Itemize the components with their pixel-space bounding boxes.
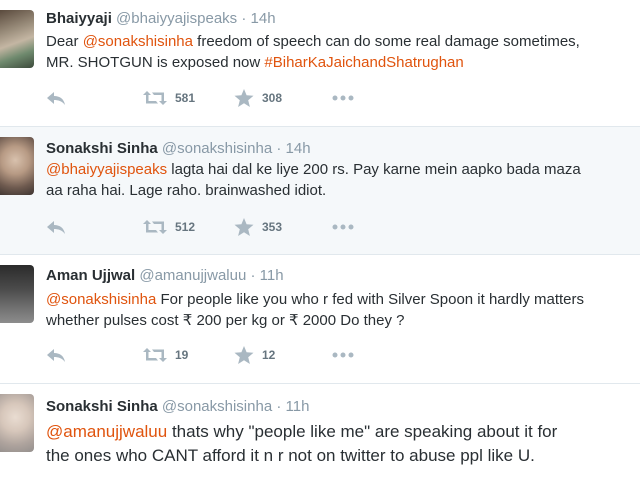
tweet-header: Aman Ujjwal @amanujjwaluu · 11h: [46, 267, 284, 284]
retweet-button[interactable]: 19: [143, 345, 188, 365]
avatar[interactable]: [0, 10, 34, 68]
text-segment: lagta hai dal ke liye 200 rs. Pay karne …: [167, 161, 581, 178]
avatar[interactable]: [0, 265, 34, 323]
tweet-text: @amanujjwaluu thats why "people like me"…: [46, 420, 640, 468]
star-icon: [234, 217, 254, 236]
tweet-text: @sonakshisinha For people like you who r…: [46, 289, 640, 331]
user-handle[interactable]: @sonakshisinha: [162, 140, 272, 157]
retweet-icon: [143, 220, 167, 234]
mention-link[interactable]: @sonakshisinha: [83, 33, 193, 50]
hashtag-link[interactable]: #BiharKaJaichandShatrughan: [264, 54, 463, 71]
tweet-header: Bhaiyyaji @bhaiyyajispeaks · 14h: [46, 10, 276, 27]
avatar[interactable]: [0, 394, 34, 452]
text-segment: Dear: [46, 33, 83, 50]
reply-button[interactable]: [46, 217, 66, 237]
user-name[interactable]: Sonakshi Sinha: [46, 398, 158, 415]
more-button[interactable]: [332, 345, 354, 365]
star-icon: [234, 345, 254, 364]
tweet-header: Sonakshi Sinha @sonakshisinha · 14h: [46, 140, 311, 157]
text-segment: freedom of speech can do some real damag…: [192, 33, 580, 50]
user-handle[interactable]: @bhaiyyajispeaks: [116, 10, 237, 27]
text-segment: the ones who CANT afford it n r not on t…: [46, 446, 535, 465]
timestamp[interactable]: 11h: [260, 267, 284, 284]
retweet-icon: [143, 348, 167, 362]
retweet-button[interactable]: 512: [143, 217, 195, 237]
star-icon: [234, 88, 254, 107]
retweet-count: 19: [175, 348, 189, 362]
user-handle[interactable]: @amanujjwaluu: [139, 267, 246, 284]
text-segment: thats why "people like me" are speaking …: [167, 422, 558, 441]
more-icon: [332, 95, 354, 101]
favorite-button[interactable]: 353: [234, 217, 282, 237]
more-button[interactable]: [332, 217, 354, 237]
user-name[interactable]: Bhaiyyaji: [46, 10, 112, 27]
separator-dot: ·: [276, 140, 282, 157]
favorite-count: 353: [262, 220, 283, 234]
more-icon: [332, 224, 354, 230]
tweet[interactable]: Sonakshi Sinha @sonakshisinha · 11h @ama…: [0, 384, 640, 480]
reply-icon: [47, 349, 65, 362]
reply-button[interactable]: [46, 345, 66, 365]
retweet-count: 512: [175, 220, 196, 234]
tweet[interactable]: Aman Ujjwal @amanujjwaluu · 11h @sonaksh…: [0, 255, 640, 384]
user-handle[interactable]: @sonakshisinha: [162, 398, 272, 415]
retweet-icon: [143, 91, 167, 105]
separator-dot: ·: [241, 10, 247, 27]
mention-link[interactable]: @sonakshisinha: [46, 291, 156, 308]
favorite-count: 12: [262, 348, 276, 362]
user-name[interactable]: Sonakshi Sinha: [46, 140, 158, 157]
tweet-text: @bhaiyyajispeaks lagta hai dal ke liye 2…: [46, 159, 640, 201]
separator-dot: ·: [250, 267, 256, 284]
timestamp[interactable]: 14h: [251, 10, 276, 27]
text-segment: aa raha hai. Lage raho. brainwashed idio…: [46, 182, 327, 199]
timestamp[interactable]: 11h: [286, 398, 310, 415]
tweet-actions: 512 353: [46, 217, 606, 237]
favorite-button[interactable]: 12: [234, 345, 275, 365]
retweet-count: 581: [175, 91, 196, 105]
text-segment: MR. SHOTGUN is exposed now: [46, 54, 265, 71]
avatar[interactable]: [0, 137, 34, 195]
tweet[interactable]: Bhaiyyaji @bhaiyyajispeaks · 14h Dear @s…: [0, 0, 640, 127]
tweet-actions: 19 12: [46, 345, 606, 365]
more-icon: [332, 352, 354, 358]
separator-dot: ·: [276, 398, 282, 415]
tweet-timeline: Bhaiyyaji @bhaiyyajispeaks · 14h Dear @s…: [0, 0, 640, 480]
reply-icon: [47, 92, 65, 105]
favorite-count: 308: [262, 91, 283, 105]
text-segment: whether pulses cost ₹ 200 per kg or ₹ 20…: [46, 312, 405, 329]
tweet-header: Sonakshi Sinha @sonakshisinha · 11h: [46, 398, 309, 415]
reply-button[interactable]: [46, 88, 66, 108]
reply-icon: [47, 221, 65, 234]
text-segment: For people like you who r fed with Silve…: [156, 291, 584, 308]
tweet-actions: 581 308: [46, 88, 606, 108]
mention-link[interactable]: @amanujjwaluu: [46, 422, 167, 441]
tweet[interactable]: Sonakshi Sinha @sonakshisinha · 14h @bha…: [0, 127, 640, 255]
timestamp[interactable]: 14h: [286, 140, 311, 157]
more-button[interactable]: [332, 88, 354, 108]
mention-link[interactable]: @bhaiyyajispeaks: [46, 161, 167, 178]
favorite-button[interactable]: 308: [234, 88, 282, 108]
tweet-text: Dear @sonakshisinha freedom of speech ca…: [46, 31, 640, 73]
retweet-button[interactable]: 581: [143, 88, 195, 108]
user-name[interactable]: Aman Ujjwal: [46, 267, 135, 284]
